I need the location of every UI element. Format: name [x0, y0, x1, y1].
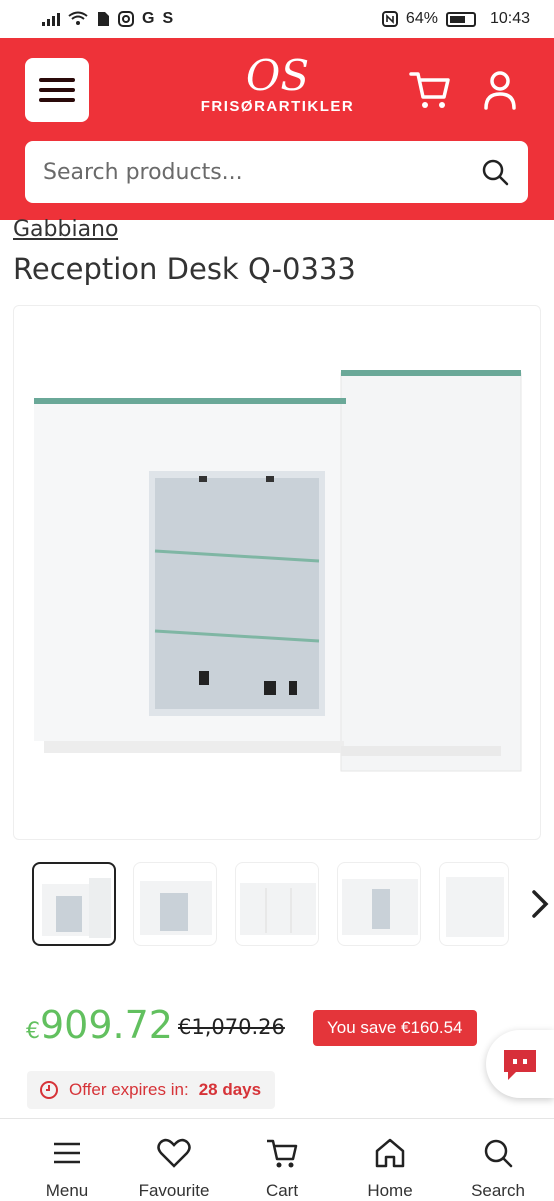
- menu-line-icon: [39, 88, 75, 92]
- nav-favourite[interactable]: Favourite: [124, 1137, 224, 1201]
- nav-cart[interactable]: Cart: [232, 1137, 332, 1201]
- account-icon[interactable]: [478, 68, 522, 112]
- chat-icon: [504, 1050, 536, 1080]
- offer-value: 28 days: [198, 1080, 262, 1099]
- thumbnail[interactable]: [235, 862, 319, 946]
- nav-home-label: Home: [367, 1181, 413, 1200]
- thumbnail[interactable]: [337, 862, 421, 946]
- nav-menu-label: Menu: [45, 1181, 89, 1200]
- nav-menu[interactable]: Menu: [17, 1137, 117, 1201]
- thumbnail-strip: [0, 862, 554, 950]
- home-icon: [375, 1138, 405, 1168]
- thumbnail-image: [342, 879, 418, 935]
- search-icon: [484, 1139, 513, 1168]
- logo-subtitle: FRISØRARTIKLER: [200, 98, 355, 115]
- product-title: Reception Desk Q-0333: [13, 252, 356, 286]
- save-badge: You save €160.54: [313, 1010, 477, 1046]
- hamburger-menu-button[interactable]: [25, 58, 89, 122]
- g-icon: G: [142, 10, 155, 27]
- reception-desk-image: [34, 370, 522, 772]
- heart-icon: [157, 1138, 191, 1168]
- thumbnail[interactable]: [439, 862, 509, 946]
- offer-label: Offer expires in:: [69, 1080, 189, 1099]
- nfc-icon: [381, 11, 398, 27]
- thumbnail-image: [42, 878, 111, 938]
- thumbnail[interactable]: [133, 862, 217, 946]
- brand-link[interactable]: Gabbiano: [13, 218, 118, 244]
- status-bar: G S 64% 10:43: [0, 0, 554, 38]
- price-current: €909.72: [26, 1003, 173, 1047]
- chevron-right-icon[interactable]: [528, 888, 552, 920]
- thumbnail-image: [446, 877, 504, 937]
- status-right: 64% 10:43: [381, 10, 530, 28]
- thumbnail[interactable]: [32, 862, 116, 946]
- instagram-icon: [118, 11, 134, 27]
- header: OS FRISØRARTIKLER: [0, 38, 554, 220]
- nav-favourite-label: Favourite: [138, 1181, 210, 1200]
- chat-button[interactable]: [486, 1030, 554, 1098]
- s-icon: S: [162, 10, 174, 27]
- nav-search[interactable]: Search: [448, 1137, 548, 1201]
- offer-timer: Offer expires in: 28 days: [27, 1071, 276, 1109]
- menu-line-icon: [39, 98, 75, 102]
- search-bar[interactable]: [25, 141, 528, 203]
- cart-icon: [267, 1139, 298, 1168]
- search-input[interactable]: [43, 159, 480, 185]
- nav-cart-label: Cart: [265, 1181, 299, 1200]
- site-logo[interactable]: OS FRISØRARTIKLER: [190, 54, 365, 124]
- thumbnail-image: [140, 881, 212, 935]
- battery-icon: [445, 11, 476, 27]
- battery-percent: 64%: [405, 10, 438, 27]
- bottom-navigation: Menu Favourite Cart Home Search: [0, 1118, 554, 1200]
- price-value: 909.72: [40, 1003, 173, 1047]
- thumbnail-image: [240, 883, 316, 935]
- wifi-icon: [68, 11, 88, 25]
- signal-icon: [42, 12, 60, 26]
- clock: 10:43: [489, 10, 530, 27]
- price-old: €1,070.26: [178, 1015, 285, 1039]
- menu-icon: [54, 1142, 80, 1164]
- price-currency: €: [26, 1019, 40, 1044]
- search-icon[interactable]: [480, 157, 510, 187]
- product-image[interactable]: [13, 305, 541, 840]
- menu-line-icon: [39, 78, 75, 82]
- clock-icon: [40, 1081, 58, 1099]
- cart-icon[interactable]: [408, 68, 452, 112]
- file-icon: [98, 12, 109, 26]
- logo-main: OS: [245, 51, 310, 100]
- nav-home[interactable]: Home: [340, 1137, 440, 1201]
- status-left: G S: [42, 10, 173, 28]
- nav-search-label: Search: [471, 1181, 525, 1200]
